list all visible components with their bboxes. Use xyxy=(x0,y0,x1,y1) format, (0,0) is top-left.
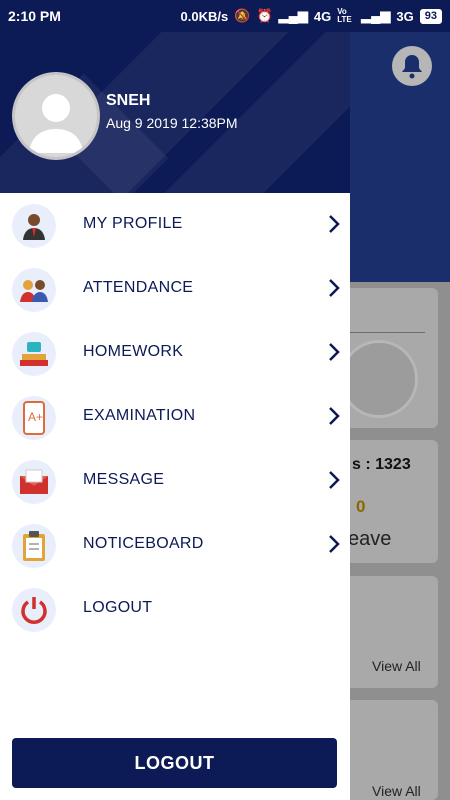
chevron-right-icon xyxy=(329,343,340,361)
attendance-icon xyxy=(12,268,56,312)
profile-icon xyxy=(12,204,56,248)
navigation-drawer: SNEH Aug 9 2019 12:38PM MY PROFILE ATTEN… xyxy=(0,32,350,800)
background-divider xyxy=(350,332,425,333)
menu-item-homework[interactable]: HOMEWORK xyxy=(0,321,350,385)
menu-label: NOTICEBOARD xyxy=(83,535,204,552)
menu-label: LOGOUT xyxy=(83,599,153,616)
status-bar: 2:10 PM 0.0KB/s 🔕 ⏰ ▂▄▆ 4G Vo LTE ▂▄▆ 3G… xyxy=(0,0,450,32)
menu-item-my-profile[interactable]: MY PROFILE xyxy=(0,193,350,257)
message-icon xyxy=(12,460,56,504)
signal-icon: ▂▄▆ xyxy=(278,8,308,23)
view-all-link: View All xyxy=(372,658,421,674)
menu-item-message[interactable]: MESSAGE xyxy=(0,449,350,513)
menu-item-logout[interactable]: LOGOUT xyxy=(0,577,350,641)
chevron-right-icon xyxy=(329,471,340,489)
status-icons: 0.0KB/s 🔕 ⏰ ▂▄▆ 4G Vo LTE ▂▄▆ 3G 93 xyxy=(181,8,442,24)
status-time: 2:10 PM xyxy=(8,8,61,24)
menu-label: EXAMINATION xyxy=(83,407,196,424)
chevron-right-icon xyxy=(329,407,340,425)
bell-icon xyxy=(392,46,432,86)
svg-text:A+: A+ xyxy=(28,410,43,424)
homework-icon xyxy=(12,332,56,376)
chevron-right-icon xyxy=(329,535,340,553)
volte-indicator: Vo LTE xyxy=(337,7,352,24)
network-speed: 0.0KB/s xyxy=(180,8,229,24)
drawer-header: SNEH Aug 9 2019 12:38PM xyxy=(0,32,350,193)
avatar[interactable] xyxy=(12,72,100,160)
power-icon xyxy=(12,588,56,632)
menu-item-examination[interactable]: A+ EXAMINATION xyxy=(0,385,350,449)
view-all-link: View All xyxy=(372,783,421,799)
menu-label: ATTENDANCE xyxy=(83,279,194,296)
alarm-icon: ⏰ xyxy=(256,8,273,23)
noticeboard-icon xyxy=(12,524,56,568)
logout-button[interactable]: LOGOUT xyxy=(12,738,337,788)
network-type-2: 3G xyxy=(396,8,414,24)
background-zero: 0 xyxy=(356,497,366,516)
examination-icon: A+ xyxy=(12,396,56,440)
background-stat: s : 1323 xyxy=(352,456,411,473)
menu-label: HOMEWORK xyxy=(83,343,184,360)
mute-icon: 🔕 xyxy=(234,8,251,23)
menu-label: MESSAGE xyxy=(83,471,165,488)
signal-icon-2: ▂▄▆ xyxy=(361,8,391,23)
user-name: SNEH xyxy=(106,92,151,109)
user-login-date: Aug 9 2019 12:38PM xyxy=(106,115,238,131)
background-leave: eave xyxy=(348,528,392,550)
menu-label: MY PROFILE xyxy=(83,215,183,232)
background-avatar xyxy=(340,340,418,418)
menu-item-noticeboard[interactable]: NOTICEBOARD xyxy=(0,513,350,577)
chevron-right-icon xyxy=(329,215,340,233)
chevron-right-icon xyxy=(329,279,340,297)
menu-item-attendance[interactable]: ATTENDANCE xyxy=(0,257,350,321)
battery-indicator: 93 xyxy=(419,8,442,24)
network-type-1: 4G xyxy=(313,8,332,24)
